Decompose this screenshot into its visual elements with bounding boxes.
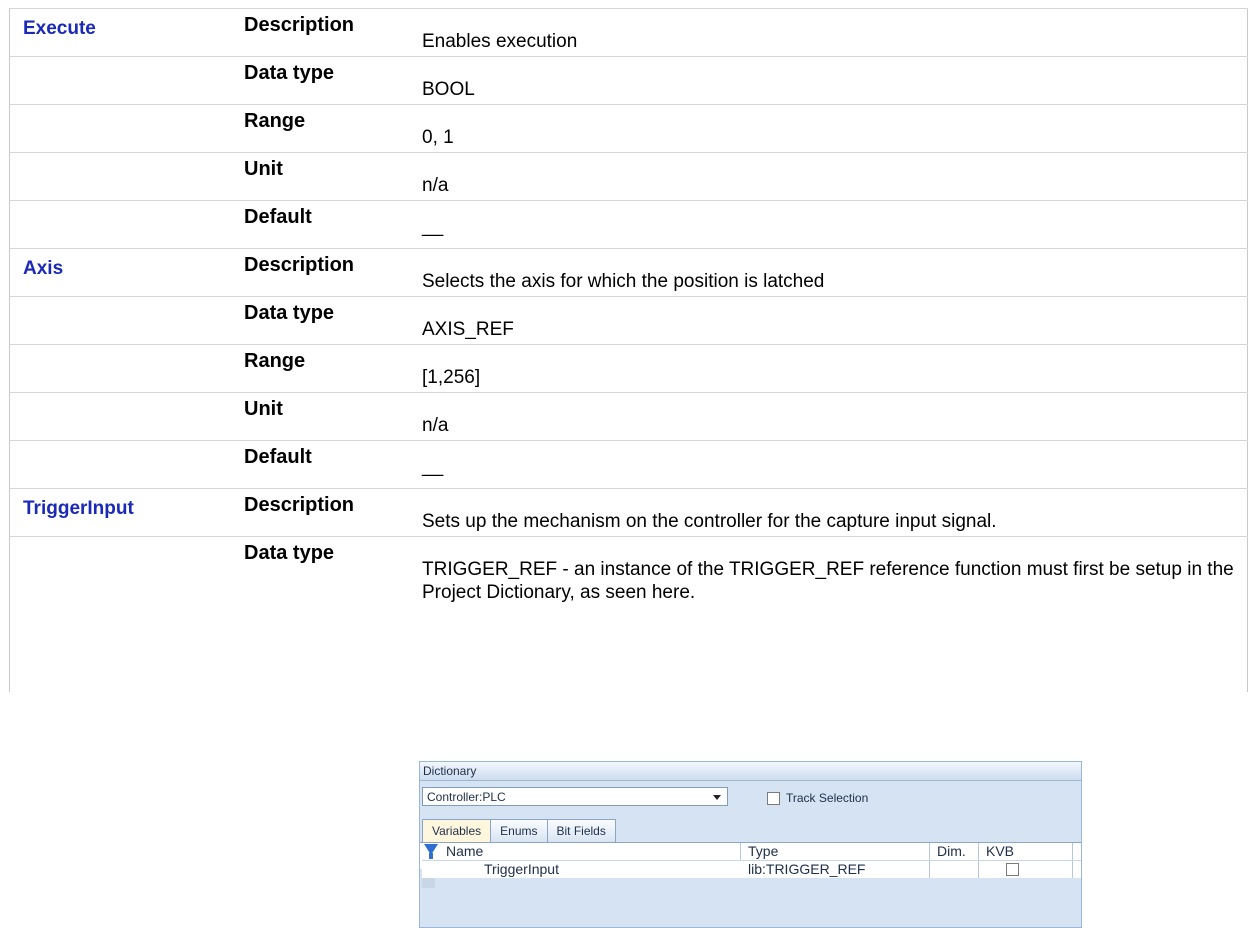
field-label: Description: [244, 14, 355, 36]
column-divider: [1072, 843, 1073, 860]
tab-variables[interactable]: Variables: [422, 819, 492, 842]
grid-header: Name Type Dim. KVB: [422, 843, 1081, 861]
controller-select[interactable]: Controller:PLC: [422, 787, 728, 806]
field-value: [1,256]: [422, 367, 481, 388]
table-row: Range 0, 1: [9, 104, 1248, 152]
field-label: Default: [244, 206, 312, 228]
filter-icon[interactable]: [424, 844, 438, 859]
field-label: Default: [244, 446, 312, 468]
table-row: Axis Description Selects the axis for wh…: [9, 248, 1248, 296]
column-header-dim[interactable]: Dim.: [937, 843, 966, 860]
field-label: Data type: [244, 542, 335, 564]
field-value: n/a: [422, 175, 449, 196]
tab-enums[interactable]: Enums: [490, 819, 548, 842]
column-divider: [929, 843, 930, 860]
table-row: Execute Description Enables execution: [9, 8, 1248, 56]
table-row: Data type BOOL: [9, 56, 1248, 104]
field-label: Unit: [244, 398, 283, 420]
field-value: Enables execution: [422, 31, 578, 52]
kvb-checkbox[interactable]: [1006, 863, 1019, 876]
field-value: 0, 1: [422, 127, 454, 148]
field-value: Selects the axis for which the position …: [422, 271, 825, 292]
param-name: Execute: [23, 18, 96, 39]
field-value: n/a: [422, 415, 449, 436]
column-divider: [978, 861, 979, 878]
dictionary-panel: Dictionary Controller:PLC Track Selectio…: [419, 761, 1082, 928]
field-value: AXIS_REF: [422, 319, 514, 340]
field-value: TRIGGER_REF - an instance of the TRIGGER…: [422, 559, 1234, 603]
field-label: Description: [244, 254, 355, 276]
field-value: __: [422, 456, 444, 477]
track-selection-checkbox[interactable]: Track Selection: [767, 791, 868, 805]
column-header-kvb[interactable]: KVB: [986, 843, 1014, 860]
column-header-type[interactable]: Type: [748, 843, 778, 860]
field-label: Data type: [244, 62, 335, 84]
controller-select-value: Controller:PLC: [427, 790, 506, 804]
table-row: Default __: [9, 440, 1248, 488]
table-row: TriggerInput Description Sets up the mec…: [9, 488, 1248, 536]
field-label: Range: [244, 110, 306, 132]
parameter-table: Execute Description Enables execution Da…: [9, 8, 1248, 692]
param-name: Axis: [23, 258, 64, 279]
table-row: Unit n/a: [9, 392, 1248, 440]
tab-bit-fields[interactable]: Bit Fields: [546, 819, 616, 842]
checkbox-icon: [767, 791, 780, 805]
table-row: Data type AXIS_REF: [9, 296, 1248, 344]
table-row: Data type TRIGGER_REF - an instance of t…: [9, 536, 1248, 692]
column-divider: [978, 843, 979, 860]
dictionary-title: Dictionary: [420, 762, 1081, 781]
field-value: __: [422, 216, 444, 237]
param-name: TriggerInput: [23, 498, 134, 519]
variable-name: TriggerInput: [484, 861, 559, 877]
field-value: BOOL: [422, 79, 475, 100]
chevron-down-icon: [713, 795, 721, 800]
table-row: Default __: [9, 200, 1248, 248]
column-divider: [1072, 861, 1073, 878]
dictionary-tabs: Variables Enums Bit Fields: [422, 819, 616, 842]
track-selection-label: Track Selection: [786, 791, 869, 805]
variable-type: lib:TRIGGER_REF: [748, 861, 866, 877]
table-row[interactable]: TriggerInput lib:TRIGGER_REF: [422, 861, 1081, 878]
table-row: Range [1,256]: [9, 344, 1248, 392]
column-divider: [740, 843, 741, 860]
column-divider: [929, 861, 930, 878]
field-value: Sets up the mechanism on the controller …: [422, 511, 997, 532]
field-label: Unit: [244, 158, 283, 180]
field-label: Range: [244, 350, 306, 372]
table-row: Unit n/a: [9, 152, 1248, 200]
field-label: Data type: [244, 302, 335, 324]
column-header-name[interactable]: Name: [446, 843, 483, 860]
field-label: Description: [244, 494, 355, 516]
